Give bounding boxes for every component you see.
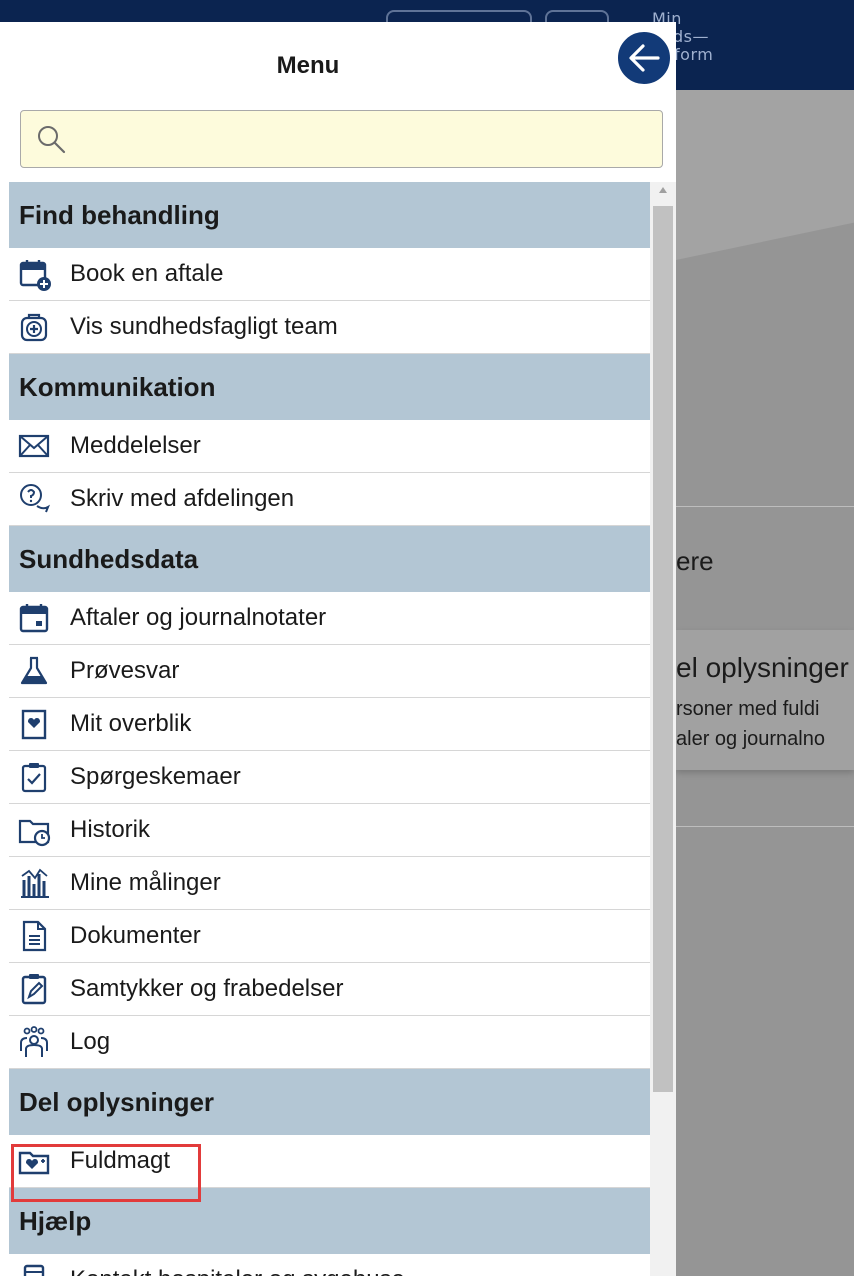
menu-section-header: Kommunikation [9, 354, 650, 420]
menu-item-label: Mit overblik [70, 710, 192, 737]
scroll-up-arrow[interactable] [650, 186, 676, 200]
close-menu-button[interactable] [616, 30, 672, 86]
menu-item-label: Spørgeskemaer [70, 763, 241, 790]
menu-item-label: Prøvesvar [70, 657, 180, 684]
menu-item-kontakt-hospitaler-og-sygehuse[interactable]: Kontakt hospitaler og sygehuse [9, 1254, 650, 1276]
scrollbar-thumb[interactable] [653, 206, 673, 1092]
menu-item-mit-overblik[interactable]: Mit overblik [9, 698, 650, 751]
menu-item-label: Mine målinger [70, 869, 221, 896]
menu-item-aftaler-og-journalnotater[interactable]: Aftaler og journalnotater [9, 592, 650, 645]
menu-item-book-en-aftale[interactable]: Book en aftale [9, 248, 650, 301]
menu-item-fuldmagt[interactable]: Fuldmagt [9, 1135, 650, 1188]
menu-panel: Menu Find behandling Book en aftale Vis su… [0, 22, 676, 1276]
menu-item-samtykker-og-frabedelser[interactable]: Samtykker og frabedelser [9, 963, 650, 1016]
menu-item-label: Vis sundhedsfagligt team [70, 313, 338, 340]
people-group-icon [15, 1023, 53, 1061]
menu-item-label: Fuldmagt [70, 1147, 171, 1174]
menu-list: Find behandling Book en aftale Vis sundhed… [9, 182, 650, 1276]
search-input[interactable] [73, 110, 662, 168]
menu-item-label: Historik [70, 816, 151, 843]
hospital-phone-icon [15, 1261, 53, 1276]
calendar-icon [15, 599, 53, 637]
menu-section-header: Sundhedsdata [9, 526, 650, 592]
scrollbar[interactable] [650, 182, 676, 1276]
search-icon [29, 117, 73, 161]
consent-pen-icon [15, 970, 53, 1008]
search-field[interactable] [20, 110, 663, 168]
menu-item-log[interactable]: Log [9, 1016, 650, 1069]
menu-item-label: Meddelelser [70, 432, 201, 459]
menu-item-vis-sundhedsfagligt-team[interactable]: Vis sundhedsfagligt team [9, 301, 650, 354]
background-card-text: aler og journalno [676, 728, 825, 750]
menu-item-historik[interactable]: Historik [9, 804, 650, 857]
menu-item-label: Dokumenter [70, 922, 201, 949]
menu-item-label: Skriv med afdelingen [70, 485, 295, 512]
envelope-icon [15, 427, 53, 465]
menu-item-label: Aftaler og journalnotater [70, 604, 327, 631]
heart-card-icon [15, 705, 53, 743]
menu-item-meddelelser[interactable]: Meddelelser [9, 420, 650, 473]
medical-bag-icon [15, 308, 53, 346]
menu-title: Menu [276, 52, 340, 79]
menu-item-label: Log [70, 1028, 111, 1055]
menu-section-header: Hjælp [9, 1188, 650, 1254]
calendar-add-icon [15, 255, 53, 293]
menu-item-spoergeskemaer[interactable]: Spørgeskemaer [9, 751, 650, 804]
measurements-chart-icon [15, 864, 53, 902]
menu-item-proevesvar[interactable]: Prøvesvar [9, 645, 650, 698]
menu-item-mine-maalinger[interactable]: Mine målinger [9, 857, 650, 910]
menu-item-skriv-med-afdelingen[interactable]: Skriv med afdelingen [9, 473, 650, 526]
clipboard-check-icon [15, 758, 53, 796]
flask-icon [15, 652, 53, 690]
chat-question-icon [15, 480, 53, 518]
folder-clock-icon [15, 811, 53, 849]
background-card-text: rsoner med fuldi [676, 698, 820, 720]
menu-item-label: Kontakt hospitaler og sygehuse [70, 1266, 405, 1276]
divider [676, 826, 854, 827]
divider [676, 506, 854, 507]
document-icon [15, 917, 53, 955]
menu-section-header: Del oplysninger [9, 1069, 650, 1135]
menu-item-dokumenter[interactable]: Dokumenter [9, 910, 650, 963]
background-section-title: ere [676, 546, 714, 576]
arrow-left-icon [629, 44, 660, 72]
menu-section-header: Find behandling [9, 182, 650, 248]
folder-heart-icon [15, 1142, 53, 1180]
background-card-title: el oplysninger [676, 652, 849, 683]
menu-item-label: Book en aftale [70, 260, 224, 287]
menu-item-label: Samtykker og frabedelser [70, 975, 344, 1002]
background-card: el oplysninger rsoner med fuldi aler og … [676, 630, 854, 770]
